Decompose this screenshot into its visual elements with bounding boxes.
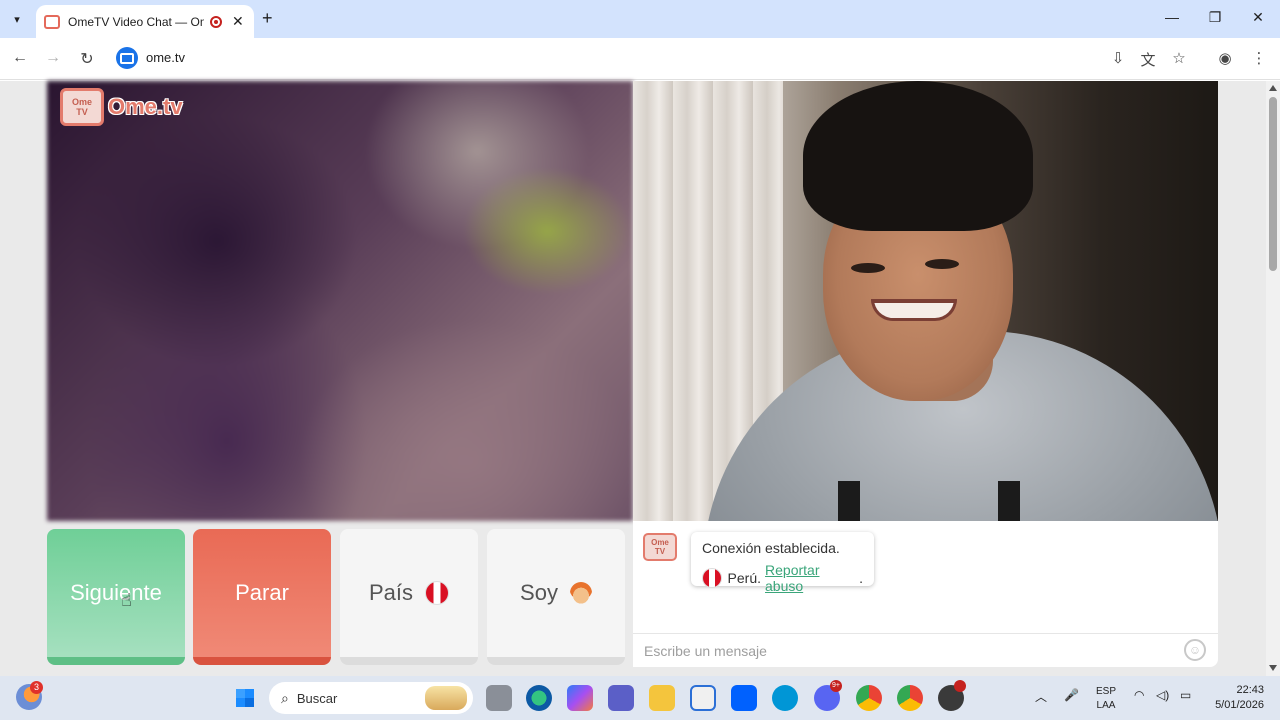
partner-video	[47, 81, 633, 521]
message-input[interactable]: Escribe un mensaje	[633, 633, 1218, 667]
edge-icon[interactable]	[526, 685, 552, 711]
restore-icon[interactable]: ❐	[1205, 9, 1225, 26]
logo-tv-icon: Ome TV	[60, 88, 104, 126]
boy-face-icon	[569, 582, 592, 604]
dropbox-icon[interactable]	[731, 685, 757, 711]
new-tab-button[interactable]: +	[262, 8, 273, 29]
microphone-icon[interactable]: 🎤	[1064, 688, 1079, 702]
page-scrollbar[interactable]	[1266, 81, 1280, 676]
tab-search-chevron-icon[interactable]: ▾	[6, 8, 28, 30]
gender-button-label: Soy	[520, 580, 558, 605]
chat-panel: Ome TV Conexión establecida. Perú. Repor…	[633, 521, 1218, 667]
install-app-icon[interactable]: ⇩	[1108, 49, 1128, 67]
report-abuse-link[interactable]: Reportar abuso	[765, 562, 859, 594]
chrome-icon[interactable]	[856, 685, 882, 711]
stop-button[interactable]: Parar	[193, 529, 331, 665]
tab-close-icon[interactable]: ✕	[232, 13, 244, 30]
file-explorer-icon[interactable]	[649, 685, 675, 711]
keyboard-language[interactable]: ESP LAA	[1096, 685, 1116, 713]
next-button-label: Siguiente	[70, 580, 162, 605]
browser-tab[interactable]: OmeTV Video Chat — Ome ✕	[36, 5, 254, 38]
search-icon: ⌕	[281, 689, 289, 706]
self-video	[633, 81, 1218, 521]
gender-button[interactable]: Soy	[487, 529, 625, 665]
clock-time: 22:43	[1236, 684, 1264, 696]
search-highlight-image	[425, 686, 467, 710]
peru-flag-icon	[425, 581, 450, 605]
wifi-icon[interactable]: ◠	[1134, 688, 1144, 702]
person-eye-left	[851, 263, 885, 273]
partner-country: Perú.	[727, 570, 762, 586]
taskbar-search-placeholder: Buscar	[296, 690, 338, 706]
translate-icon[interactable]: 文	[1138, 49, 1158, 70]
windows-taskbar: 3 ⌕ Buscar 9+ ︿ 🎤 ESP LAA ◠ ◁) ▭ 22:43 5…	[0, 676, 1280, 720]
bookmark-star-icon[interactable]: ☆	[1169, 49, 1189, 67]
weather-badge: 3	[30, 681, 43, 694]
volume-icon[interactable]: ◁)	[1156, 688, 1169, 702]
hp-icon[interactable]	[772, 685, 798, 711]
country-button-label: País	[368, 580, 414, 605]
chrome-profile-icon[interactable]	[897, 685, 923, 711]
forward-button[interactable]: →	[43, 49, 63, 67]
connection-status: Conexión establecida.	[702, 540, 840, 556]
teams-icon[interactable]	[608, 685, 634, 711]
person-eye-right	[925, 259, 959, 269]
back-button[interactable]: ←	[10, 49, 30, 67]
stop-button-label: Parar	[235, 580, 289, 605]
profile-icon[interactable]: ◉	[1215, 49, 1235, 67]
site-camera-icon[interactable]	[116, 47, 138, 69]
minimize-icon[interactable]: —	[1162, 9, 1182, 25]
discord-badge: 9+	[830, 680, 842, 692]
person-mouth	[871, 299, 957, 321]
scroll-down-icon[interactable]	[1269, 665, 1277, 671]
logo-text: Ome.tv	[108, 94, 183, 119]
ometv-favicon-icon	[44, 14, 60, 29]
recording-indicator-icon	[210, 15, 222, 28]
windows-start-icon[interactable]	[234, 687, 256, 709]
battery-icon[interactable]: ▭	[1180, 688, 1191, 702]
clock-date: 5/01/2026	[1215, 699, 1264, 711]
system-clock[interactable]: 22:43 5/01/2026	[1206, 683, 1264, 713]
copilot-icon[interactable]	[567, 685, 593, 711]
menu-kebab-icon[interactable]: ⋮	[1249, 49, 1269, 67]
scroll-thumb[interactable]	[1269, 97, 1277, 271]
microsoft-store-icon[interactable]	[690, 685, 716, 711]
address-bar[interactable]: ome.tv	[146, 50, 185, 65]
system-message: Conexión establecida. Perú. Reportar abu…	[691, 532, 874, 594]
ometv-logo: Ome TV Ome.tv	[60, 88, 183, 126]
next-button[interactable]: Siguiente	[47, 529, 185, 665]
reload-button[interactable]: ↻	[77, 49, 97, 69]
emoji-icon[interactable]: ☺	[1184, 639, 1206, 661]
hoodie-strap-right	[998, 481, 1020, 521]
window-close-icon[interactable]: ✕	[1248, 9, 1268, 26]
person-hair	[803, 81, 1033, 231]
hand-cursor-icon: ☝	[121, 590, 132, 610]
browser-toolbar: ← → ↻ ome.tv ⇩ 文 ☆ ◉ ⋮	[0, 38, 1280, 80]
ometv-bot-avatar-icon: Ome TV	[643, 533, 677, 561]
scroll-up-icon[interactable]	[1269, 85, 1277, 91]
obs-recording-dot	[954, 680, 966, 692]
peru-flag-icon	[702, 568, 722, 588]
tab-title: OmeTV Video Chat — Ome	[68, 14, 204, 29]
tab-strip: ▾ OmeTV Video Chat — Ome ✕ + — ❐ ✕	[0, 0, 1280, 38]
taskbar-search[interactable]: ⌕ Buscar	[269, 682, 473, 714]
country-filter-button[interactable]: País	[340, 529, 478, 665]
task-view-icon[interactable]	[486, 685, 512, 711]
hoodie-strap-left	[838, 481, 860, 521]
show-hidden-icons-icon[interactable]: ︿	[1035, 688, 1047, 705]
